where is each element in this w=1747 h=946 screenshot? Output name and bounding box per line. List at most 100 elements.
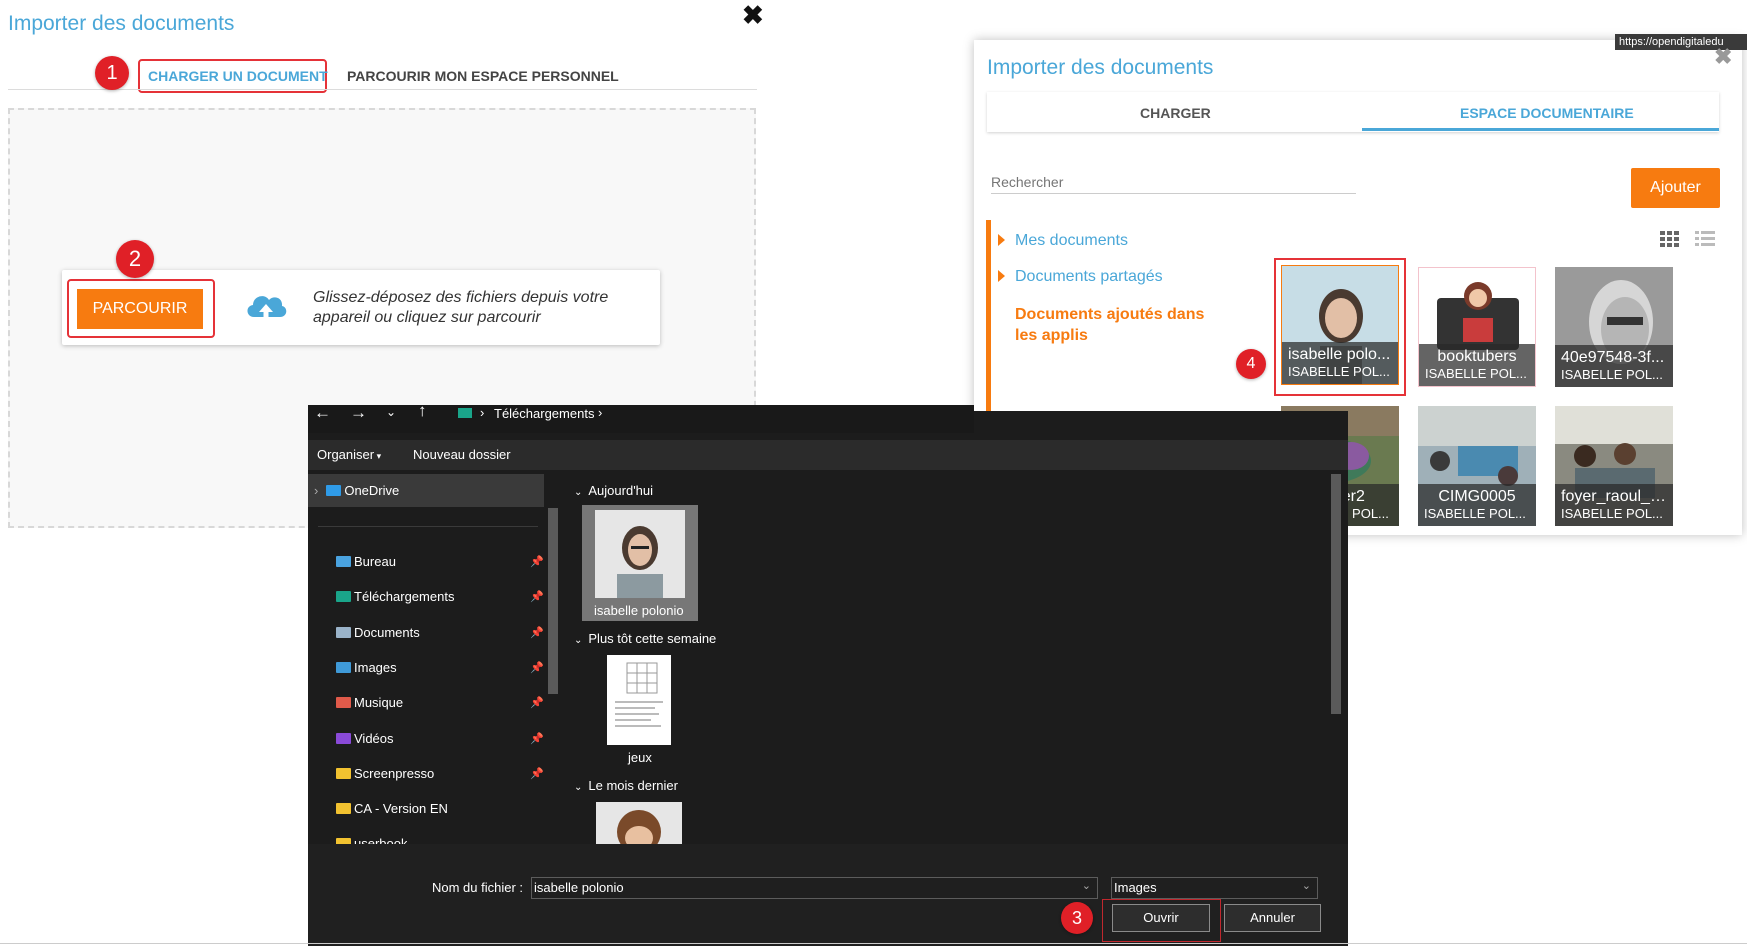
back-arrow-icon[interactable]: ← — [314, 403, 331, 423]
organize-label: Organiser — [317, 447, 375, 462]
nav-item-videos[interactable]: Vidéos — [336, 731, 394, 746]
step-badge-1: 1 — [95, 56, 129, 90]
chevron-down-icon: ⌄ — [1301, 880, 1311, 892]
group-label: Plus tôt cette semaine — [588, 631, 717, 646]
nav-item-userbook[interactable]: userbook — [336, 836, 407, 844]
pin-icon: 📌 — [530, 662, 544, 674]
thumbnail-cimg0005[interactable]: CIMG0005 ISABELLE POL... — [1418, 406, 1536, 526]
thumbnail-40e97548[interactable]: 40e97548-3f... ISABELLE POL... — [1555, 267, 1673, 387]
nav-item-bureau[interactable]: Bureau — [336, 554, 396, 569]
tree-item-label: Documents partagés — [1015, 268, 1163, 285]
tab-charger[interactable]: CHARGER — [1140, 105, 1211, 121]
forward-arrow-icon[interactable]: → — [350, 403, 367, 423]
portrait-thumbnail — [595, 510, 685, 598]
nav-item-label: Téléchargements — [354, 589, 455, 604]
nav-item-label: CA - Version EN — [354, 801, 448, 816]
file-type-filter[interactable]: Images ⌄ — [1111, 877, 1318, 899]
active-tab-underline — [1362, 128, 1719, 131]
group-label: Le mois dernier — [588, 778, 678, 793]
search-input[interactable] — [991, 170, 1356, 194]
tab-parcourir-espace[interactable]: PARCOURIR MON ESPACE PERSONNEL — [347, 68, 619, 84]
downloads-folder-icon — [336, 591, 351, 602]
file-thumb-last-month[interactable] — [596, 802, 682, 844]
right-close-icon[interactable]: ✖ — [1714, 44, 1732, 70]
thumbnail-caption: CIMG0005 ISABELLE POL... — [1418, 484, 1536, 526]
thumbnail-name: CIMG0005 — [1438, 488, 1516, 505]
chevron-right-icon: › — [314, 483, 319, 498]
list-view-icon[interactable] — [1695, 231, 1715, 252]
tab-charger-document[interactable]: CHARGER UN DOCUMENT — [148, 68, 328, 84]
pin-icon: 📌 — [530, 627, 544, 639]
step-badge-2: 2 — [116, 240, 154, 278]
pin-icon: 📌 — [530, 591, 544, 603]
file-name-isabelle: isabelle polonio — [594, 603, 684, 618]
file-thumb-isabelle[interactable] — [595, 510, 685, 598]
right-dialog-title: Importer des documents — [987, 56, 1214, 79]
group-header-this-week[interactable]: ⌄ Plus tôt cette semaine — [574, 631, 716, 646]
path-separator: › — [598, 405, 603, 420]
nav-item-ca-version-en[interactable]: CA - Version EN — [336, 801, 448, 816]
documents-folder-icon — [336, 627, 351, 638]
filename-field[interactable]: isabelle polonio ⌄ — [531, 877, 1098, 899]
tree-item-documents-applis[interactable]: Documents ajoutés dans les applis — [1015, 304, 1215, 346]
chevron-down-icon: ⌄ — [574, 487, 583, 498]
nav-item-label: Musique — [354, 695, 404, 710]
breadcrumb-downloads[interactable]: Téléchargements — [494, 406, 594, 421]
nav-item-onedrive[interactable]: › OneDrive — [314, 483, 399, 498]
chevron-down-icon[interactable]: ⌄ — [386, 405, 396, 419]
ajouter-button[interactable]: Ajouter — [1631, 168, 1720, 208]
nav-item-telechargements[interactable]: Téléchargements — [336, 589, 454, 604]
chevron-down-icon: ⌄ — [1081, 880, 1091, 892]
thumbnail-caption: 40e97548-3f... ISABELLE POL... — [1555, 345, 1673, 387]
drop-hint-text: Glissez-déposez des fichiers depuis votr… — [313, 289, 609, 326]
group-label: Aujourd'hui — [588, 483, 654, 498]
new-folder-button[interactable]: Nouveau dossier — [413, 447, 511, 462]
pin-icon: 📌 — [530, 733, 544, 745]
thumbnail-name: foyer_raoul_f... — [1561, 488, 1667, 505]
thumbnail-name: isabelle polo... — [1288, 346, 1391, 363]
nav-item-images[interactable]: Images — [336, 660, 397, 675]
thumbnail-owner: ISABELLE POL... — [1425, 366, 1527, 381]
thumbnail-name: 40e97548-3f... — [1561, 349, 1665, 366]
group-header-today[interactable]: ⌄ Aujourd'hui — [574, 483, 653, 498]
folder-icon — [336, 768, 351, 779]
nav-item-label: Vidéos — [354, 731, 394, 746]
nav-item-label: Bureau — [354, 554, 396, 569]
tree-item-mes-documents[interactable]: Mes documents — [998, 232, 1128, 250]
grid-view-icon[interactable] — [1660, 231, 1682, 252]
thumbnail-isabelle-polonio[interactable]: isabelle polo... ISABELLE POL... — [1281, 265, 1399, 385]
filename-label: Nom du fichier : — [432, 880, 524, 895]
nav-item-documents[interactable]: Documents — [336, 625, 420, 640]
nav-scrollbar[interactable] — [548, 508, 558, 694]
tree-item-documents-partages[interactable]: Documents partagés — [998, 268, 1163, 286]
chevron-down-icon: ⌄ — [574, 782, 583, 793]
file-thumb-jeux[interactable] — [607, 655, 671, 745]
pin-icon: 📌 — [530, 697, 544, 709]
content-scrollbar[interactable] — [1331, 474, 1341, 714]
ouvrir-button[interactable]: Ouvrir — [1112, 904, 1210, 932]
thumbnail-owner: ISABELLE POL... — [1288, 364, 1390, 379]
tab-espace-documentaire[interactable]: ESPACE DOCUMENTAIRE — [1460, 105, 1634, 121]
address-bar — [308, 405, 974, 433]
thumbnail-owner: ISABELLE POL... — [1561, 506, 1663, 521]
parcourir-button[interactable]: PARCOURIR — [77, 289, 203, 329]
pin-icon: 📌 — [530, 556, 544, 568]
path-separator: › — [480, 405, 485, 420]
child-portrait-thumbnail — [596, 802, 682, 844]
caret-right-icon — [998, 270, 1005, 282]
organize-menu[interactable]: Organiser ▾ — [317, 447, 381, 462]
annuler-button[interactable]: Annuler — [1224, 904, 1321, 932]
page-bottom-rule — [0, 943, 1747, 944]
thumbnail-caption: isabelle polo... ISABELLE POL... — [1282, 342, 1398, 384]
up-arrow-icon[interactable]: ↑ — [418, 401, 427, 421]
music-folder-icon — [336, 697, 351, 708]
group-header-last-month[interactable]: ⌄ Le mois dernier — [574, 778, 678, 793]
nav-item-label: Documents — [354, 625, 420, 640]
left-close-icon[interactable]: ✖ — [742, 0, 764, 31]
thumbnail-booktubers[interactable]: booktubers ISABELLE POL... — [1418, 267, 1536, 387]
thumbnail-foyer-raoul[interactable]: foyer_raoul_f... ISABELLE POL... — [1555, 406, 1673, 526]
nav-item-musique[interactable]: Musique — [336, 695, 403, 710]
nav-item-screenpresso[interactable]: Screenpresso — [336, 766, 434, 781]
nav-item-label: userbook — [354, 836, 408, 844]
videos-folder-icon — [336, 733, 351, 744]
